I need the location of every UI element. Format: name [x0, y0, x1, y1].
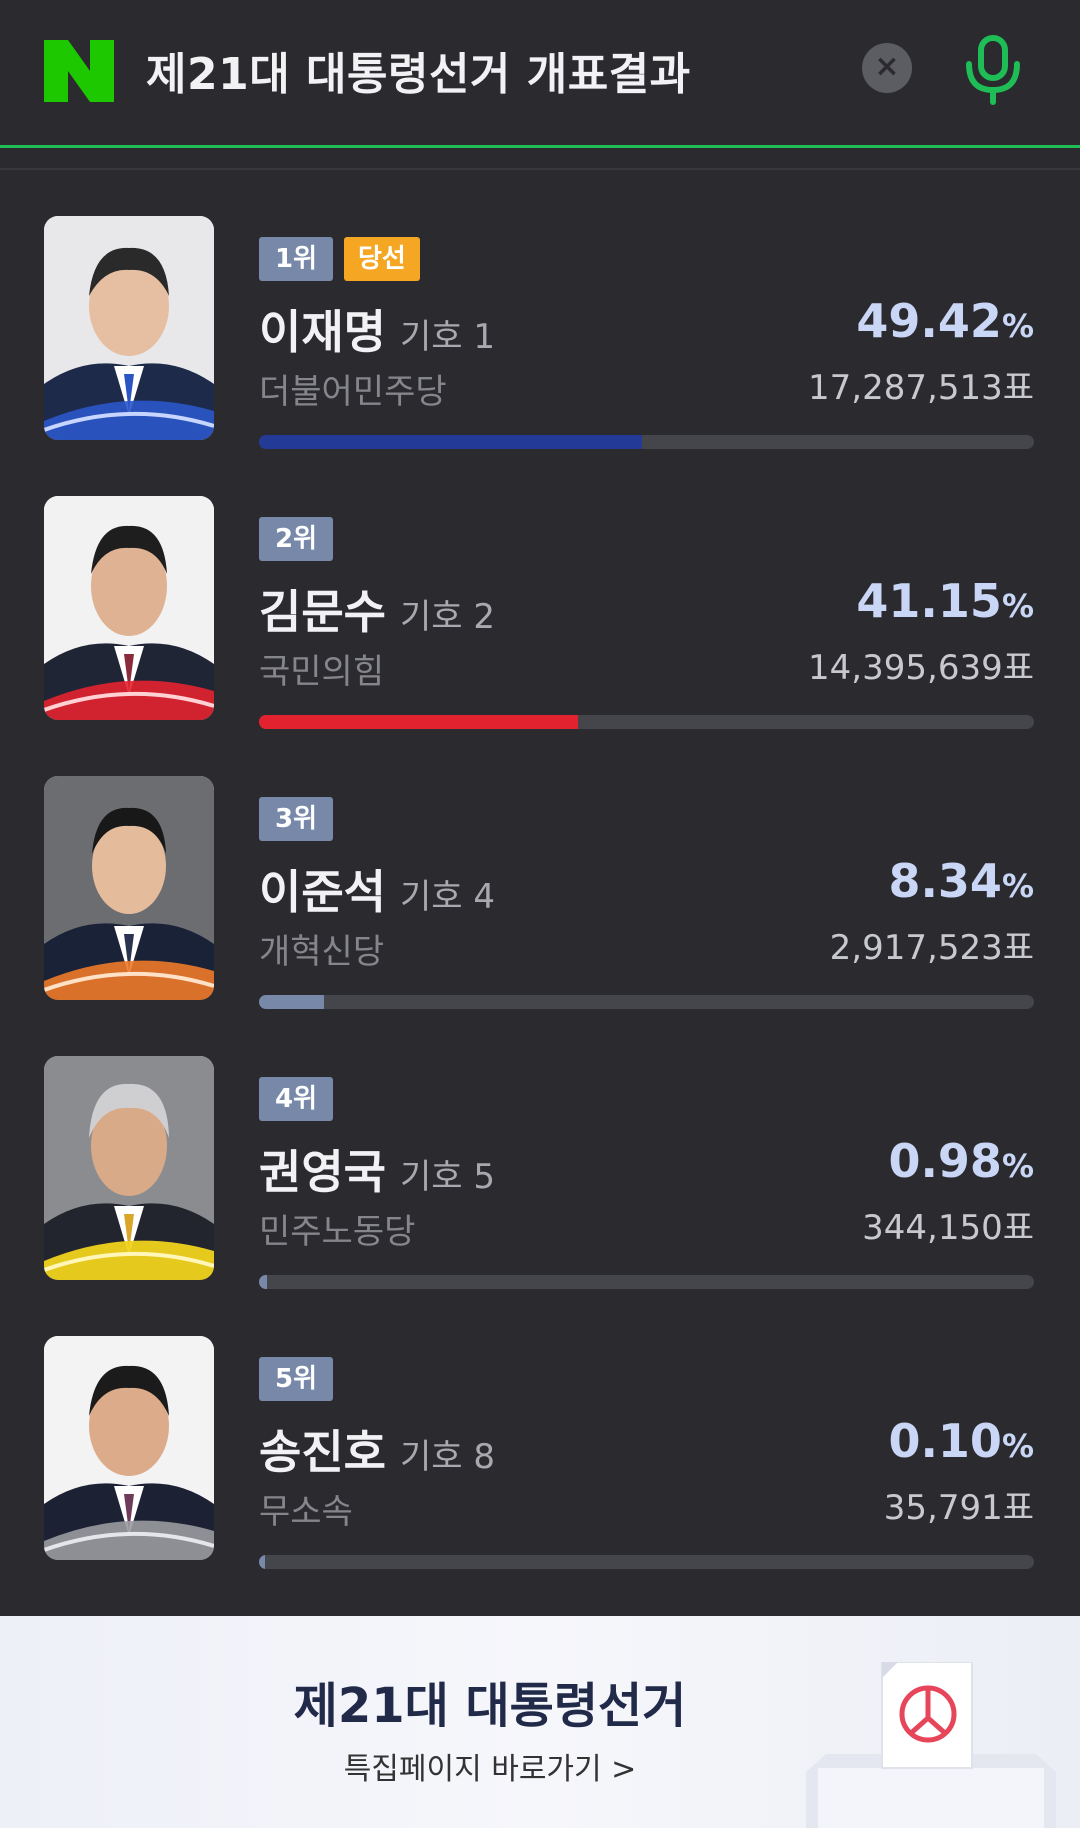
- percent-unit: %: [1001, 587, 1034, 625]
- candidate-photo: [44, 1056, 214, 1280]
- vote-percent: 8.34%: [888, 854, 1034, 908]
- candidate-photo: [44, 496, 214, 720]
- candidate-row[interactable]: 5위 송진호 기호 8 무소속 0.10% 35,791표: [0, 1330, 1080, 1610]
- candidate-name-row: 이재명 기호 1: [259, 296, 495, 362]
- candidate-name-row: 김문수 기호 2: [259, 576, 495, 642]
- candidate-name-row: 송진호 기호 8: [259, 1416, 495, 1482]
- candidate-name[interactable]: 김문수: [259, 585, 386, 639]
- vote-percent-value: 49.42: [856, 294, 1002, 348]
- percent-unit: %: [1001, 867, 1034, 905]
- candidate-number: 기호 2: [399, 597, 495, 637]
- vote-progress-fill: [259, 1275, 267, 1289]
- candidate-photo: [44, 1336, 214, 1560]
- vote-progress-fill: [259, 715, 578, 729]
- vote-progress-bar: [259, 995, 1034, 1009]
- rank-badges: 1위 당선: [259, 237, 420, 281]
- vote-percent-value: 8.34: [888, 854, 1002, 908]
- vote-count: 17,287,513표: [808, 368, 1034, 408]
- rank-badges: 5위: [259, 1357, 334, 1401]
- rank-badge: 5위: [259, 1357, 334, 1401]
- candidate-name[interactable]: 권영국: [259, 1145, 386, 1199]
- candidate-number: 기호 4: [399, 877, 495, 917]
- microphone-icon[interactable]: [960, 34, 1026, 106]
- vote-percent: 41.15%: [856, 574, 1034, 628]
- candidate-number: 기호 1: [399, 317, 495, 357]
- search-query-title[interactable]: 제21대 대통령선거 개표결과: [146, 38, 691, 102]
- candidate-name-row: 이준석 기호 4: [259, 856, 495, 922]
- candidate-photo: [44, 776, 214, 1000]
- search-header: 제21대 대통령선거 개표결과 ×: [0, 0, 1080, 148]
- vote-percent-value: 0.98: [888, 1134, 1002, 1188]
- candidate-name-row: 권영국 기호 5: [259, 1136, 495, 1202]
- party-name: 개혁신당: [259, 932, 385, 972]
- candidate-name[interactable]: 이준석: [259, 865, 386, 919]
- vote-progress-fill: [259, 1555, 266, 1569]
- vote-progress-fill: [259, 995, 324, 1009]
- candidate-number: 기호 8: [399, 1437, 495, 1477]
- candidate-row[interactable]: 2위 김문수 기호 2 국민의힘 41.15% 14,395,639표: [0, 490, 1080, 770]
- percent-unit: %: [1001, 1427, 1034, 1465]
- vote-count: 35,791표: [883, 1488, 1034, 1528]
- percent-unit: %: [1001, 307, 1034, 345]
- vote-percent-value: 41.15: [856, 574, 1002, 628]
- rank-badges: 4위: [259, 1077, 334, 1121]
- vote-progress-bar: [259, 1275, 1034, 1289]
- elected-badge: 당선: [344, 237, 420, 281]
- vote-count: 2,917,523표: [829, 928, 1034, 968]
- percent-unit: %: [1001, 1147, 1034, 1185]
- candidate-photo: [44, 216, 214, 440]
- rank-badge: 1위: [259, 237, 334, 281]
- rank-badge: 4위: [259, 1077, 334, 1121]
- party-name: 민주노동당: [259, 1212, 416, 1252]
- candidate-row[interactable]: 3위 이준석 기호 4 개혁신당 8.34% 2,917,523표: [0, 770, 1080, 1050]
- candidate-name[interactable]: 이재명: [259, 305, 386, 359]
- naver-logo-icon[interactable]: [44, 40, 114, 102]
- rank-badge: 3위: [259, 797, 334, 841]
- candidate-row[interactable]: 4위 권영국 기호 5 민주노동당 0.98% 344,150표: [0, 1050, 1080, 1330]
- party-name: 더불어민주당: [259, 372, 447, 412]
- rank-badges: 2위: [259, 517, 334, 561]
- candidate-name[interactable]: 송진호: [259, 1425, 386, 1479]
- vote-progress-bar: [259, 715, 1034, 729]
- ballot-box-icon: [806, 1662, 1056, 1828]
- vote-progress-bar: [259, 435, 1034, 449]
- vote-percent: 0.98%: [888, 1134, 1034, 1188]
- vote-progress-fill: [259, 435, 642, 449]
- vote-count: 344,150표: [862, 1208, 1034, 1248]
- special-page-banner[interactable]: 제21대 대통령선거 특집페이지 바로가기 >: [0, 1616, 1080, 1828]
- rank-badge: 2위: [259, 517, 334, 561]
- candidate-list: 1위 당선 이재명 기호 1 더불어민주당 49.42% 17,287,513표 …: [0, 210, 1080, 1610]
- vote-percent-value: 0.10: [888, 1414, 1002, 1468]
- party-name: 무소속: [259, 1492, 353, 1532]
- header-divider: [0, 168, 1080, 170]
- rank-badges: 3위: [259, 797, 334, 841]
- clear-search-button[interactable]: ×: [862, 43, 912, 93]
- vote-percent: 0.10%: [888, 1414, 1034, 1468]
- vote-progress-bar: [259, 1555, 1034, 1569]
- vote-count: 14,395,639표: [808, 648, 1034, 688]
- candidate-number: 기호 5: [399, 1157, 495, 1197]
- party-name: 국민의힘: [259, 652, 385, 692]
- vote-percent: 49.42%: [856, 294, 1034, 348]
- candidate-row[interactable]: 1위 당선 이재명 기호 1 더불어민주당 49.42% 17,287,513표: [0, 210, 1080, 490]
